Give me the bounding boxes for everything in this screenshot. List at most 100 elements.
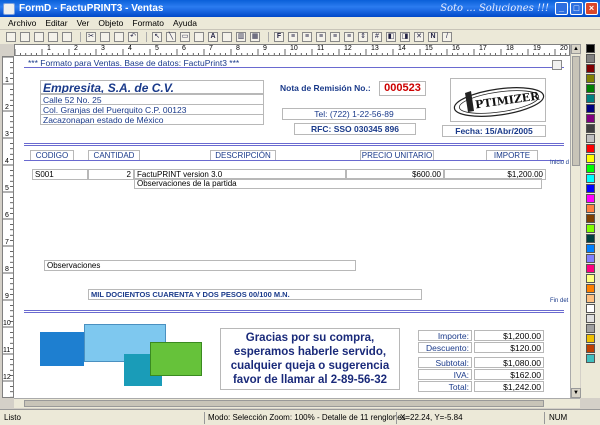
color-swatch[interactable] <box>586 124 595 133</box>
color-swatch[interactable] <box>586 54 595 63</box>
menu-formato[interactable]: Formato <box>132 18 164 28</box>
table-icon[interactable]: ▦ <box>250 32 260 42</box>
text-icon[interactable]: A <box>208 32 218 42</box>
align-center-icon[interactable]: ≡ <box>316 32 326 42</box>
barcode-icon[interactable]: ▥ <box>236 32 246 42</box>
color-swatch[interactable] <box>586 74 595 83</box>
color-swatch[interactable] <box>586 44 595 53</box>
color-swatch[interactable] <box>586 154 595 163</box>
telephone[interactable]: Tel: (722) 1-22-56-89 <box>282 108 426 120</box>
scroll-down-icon[interactable]: ▼ <box>571 388 581 398</box>
row-code[interactable]: S001 <box>32 169 88 180</box>
open-icon[interactable] <box>20 32 30 42</box>
front-icon[interactable]: ◧ <box>386 32 396 42</box>
preview-icon[interactable] <box>62 32 72 42</box>
color-swatch[interactable] <box>586 94 595 103</box>
color-swatch[interactable] <box>586 194 595 203</box>
align-right-icon[interactable]: ≡ <box>330 32 340 42</box>
save-icon[interactable] <box>34 32 44 42</box>
undo-icon[interactable]: ↶ <box>128 32 138 42</box>
subtotal-value[interactable]: $1,080.00 <box>474 357 544 368</box>
field-icon[interactable] <box>222 32 232 42</box>
print-icon[interactable] <box>48 32 58 42</box>
menu-objeto[interactable]: Objeto <box>98 18 123 28</box>
align-justify-icon[interactable]: ≡ <box>344 32 354 42</box>
iva-value[interactable]: $162.00 <box>474 369 544 380</box>
new-icon[interactable] <box>6 32 16 42</box>
italic-icon[interactable]: / <box>442 32 452 42</box>
importe-value[interactable]: $1,200.00 <box>474 330 544 341</box>
color-swatch[interactable] <box>586 334 595 343</box>
vertical-scrollbar[interactable]: ▲ ▼ <box>570 44 581 398</box>
color-swatch[interactable] <box>586 254 595 263</box>
color-swatch[interactable] <box>586 304 595 313</box>
color-swatch[interactable] <box>586 294 595 303</box>
address-line-3[interactable]: Zacazonapan estado de México <box>40 114 264 125</box>
size-icon[interactable]: ⇕ <box>358 32 368 42</box>
menu-ver[interactable]: Ver <box>77 18 90 28</box>
total-value[interactable]: $1,242.00 <box>474 381 544 392</box>
descuento-value[interactable]: $120.00 <box>474 342 544 353</box>
design-canvas[interactable]: *** Formato para Ventas. Base de datos: … <box>14 56 570 398</box>
remision-number[interactable]: 000523 <box>379 81 426 96</box>
fecha[interactable]: Fecha: 15/Abr/2005 <box>442 125 546 137</box>
menu-archivo[interactable]: Archivo <box>8 18 36 28</box>
thanks-message[interactable]: Gracias por su compra, esperamos haberle… <box>220 328 400 390</box>
menu-editar[interactable]: Editar <box>45 18 67 28</box>
vertical-scroll-thumb[interactable] <box>572 56 580 166</box>
color-swatch[interactable] <box>586 164 595 173</box>
color-swatch[interactable] <box>586 84 595 93</box>
color-swatch[interactable] <box>586 224 595 233</box>
amount-in-words[interactable]: MIL DOCIENTOS CUARENTA Y DOS PESOS 00/10… <box>88 289 422 300</box>
optimizer-logo[interactable]: PTIMIZER <box>450 78 546 122</box>
color-swatch[interactable] <box>586 114 595 123</box>
rfc[interactable]: RFC: SSO 030345 896 <box>294 123 416 135</box>
color-swatch[interactable] <box>586 344 595 353</box>
rectangle-icon[interactable]: ▭ <box>180 32 190 42</box>
color-swatch[interactable] <box>586 274 595 283</box>
bold-n-icon[interactable]: N <box>428 32 438 42</box>
paste-icon[interactable] <box>114 32 124 42</box>
line-icon[interactable]: ╲ <box>166 32 176 42</box>
scroll-up-icon[interactable]: ▲ <box>571 44 581 54</box>
color-swatch[interactable] <box>586 264 595 273</box>
align-left-icon[interactable]: ≡ <box>302 32 312 42</box>
color-swatch[interactable] <box>586 234 595 243</box>
maximize-button[interactable]: □ <box>570 2 583 15</box>
color-swatch[interactable] <box>586 204 595 213</box>
color-swatch[interactable] <box>586 134 595 143</box>
decor-rect-4[interactable] <box>150 342 202 376</box>
subtotal-label[interactable]: Subtotal: <box>418 357 472 368</box>
color-swatch[interactable] <box>586 174 595 183</box>
close-button[interactable]: × <box>585 2 598 15</box>
color-swatch[interactable] <box>586 244 595 253</box>
pointer-icon[interactable]: ↖ <box>152 32 162 42</box>
align-top-icon[interactable]: ≡ <box>288 32 298 42</box>
decor-rect-1[interactable] <box>40 332 84 366</box>
remision-label[interactable]: Nota de Remisión No.: <box>278 82 378 94</box>
observations-field[interactable]: Observaciones <box>44 260 356 271</box>
minimize-button[interactable]: _ <box>555 2 568 15</box>
horizontal-scroll-thumb[interactable] <box>24 400 544 407</box>
delete-icon[interactable]: ✕ <box>414 32 424 42</box>
color-swatch[interactable] <box>586 324 595 333</box>
horizontal-scrollbar[interactable] <box>14 398 580 408</box>
company-name[interactable]: Empresita, S.A. de C.V. <box>40 80 264 94</box>
row-quantity[interactable]: 2 <box>88 169 134 180</box>
back-icon[interactable]: ◨ <box>400 32 410 42</box>
descuento-label[interactable]: Descuento: <box>418 342 472 353</box>
menu-ayuda[interactable]: Ayuda <box>173 18 197 28</box>
image-icon[interactable] <box>194 32 204 42</box>
color-swatch[interactable] <box>586 214 595 223</box>
color-swatch[interactable] <box>586 104 595 113</box>
total-label[interactable]: Total: <box>418 381 472 392</box>
row-observations[interactable]: Observaciones de la partida <box>134 178 542 189</box>
color-swatch[interactable] <box>586 354 595 363</box>
color-swatch[interactable] <box>586 184 595 193</box>
font-icon[interactable]: F <box>274 32 284 42</box>
color-swatch[interactable] <box>586 64 595 73</box>
color-swatch[interactable] <box>586 284 595 293</box>
band-handle[interactable] <box>552 60 562 70</box>
iva-label[interactable]: IVA: <box>418 369 472 380</box>
cut-icon[interactable]: ✂ <box>86 32 96 42</box>
